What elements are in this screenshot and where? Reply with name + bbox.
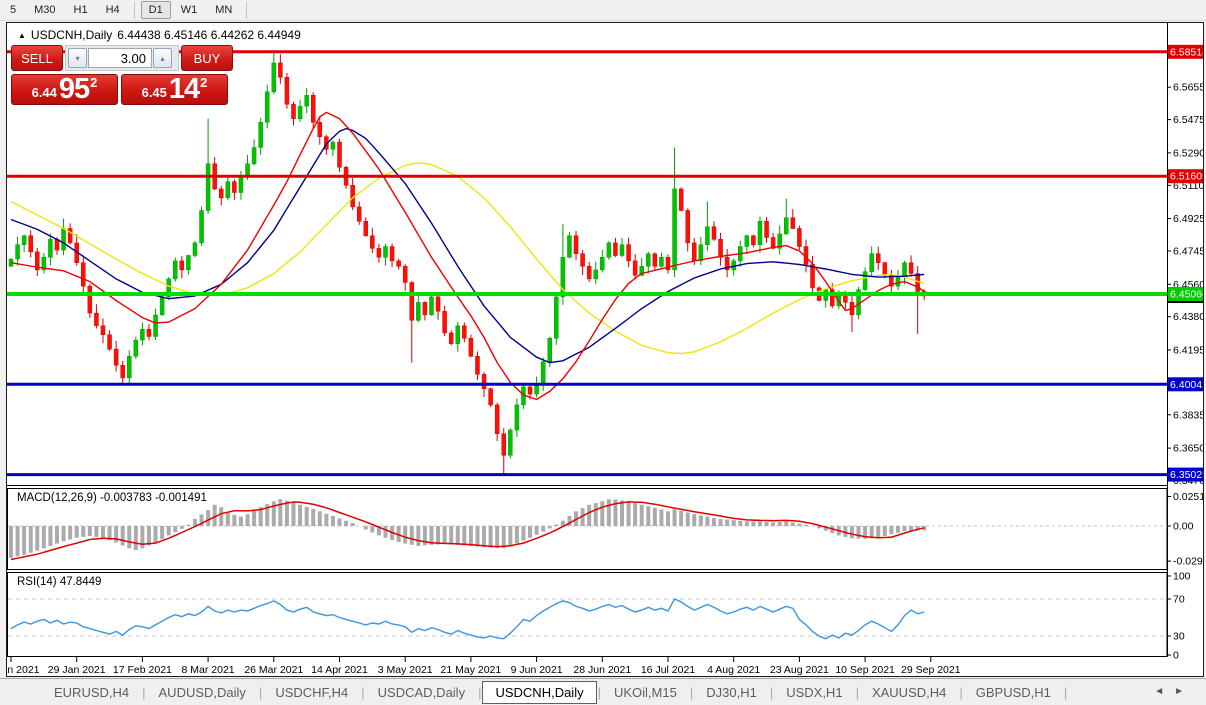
rsi-axis-label: 30 — [1173, 631, 1185, 643]
buy-button[interactable]: BUY — [181, 45, 233, 71]
chart-tab-usdcad[interactable]: USDCAD,Daily — [366, 682, 477, 703]
time-axis-label: 10 Sep 2021 — [835, 664, 895, 676]
rsi-axis-label: 70 — [1173, 594, 1185, 606]
time-axis-label: 26 Mar 2021 — [244, 664, 303, 676]
time-axis-label: 17 Feb 2021 — [113, 664, 172, 676]
time-axis-label: 9 Jun 2021 — [511, 664, 563, 676]
lot-increase-button[interactable]: ▴ — [153, 48, 172, 68]
toolbar-separator — [246, 2, 247, 19]
svg-text:6.58514: 6.58514 — [1170, 46, 1203, 58]
rsi-axis-label: 0 — [1173, 650, 1179, 662]
chart-tab-xauusd[interactable]: XAUUSD,H4 — [860, 682, 958, 703]
timeframe-button-mn[interactable]: MN — [207, 1, 240, 19]
svg-text:6.40042: 6.40042 — [1170, 379, 1203, 391]
buy-price-handle: 6.45 — [142, 85, 167, 103]
svg-text:6.51605: 6.51605 — [1170, 171, 1203, 183]
macd-label: MACD(12,26,9) -0.003783 -0.001491 — [17, 492, 207, 504]
one-click-price-row: 6.44 95 2 6.45 14 2 — [11, 74, 233, 105]
one-click-trading-panel: SELL ▾ ▴ BUY 6.44 95 2 6.45 14 2 — [11, 45, 233, 105]
timeframe-button-h4[interactable]: H4 — [98, 1, 128, 19]
time-axis-label: 28 Jun 2021 — [573, 664, 631, 676]
price-level-badge: 6.51605 — [1168, 169, 1203, 183]
time-axis-label: 8 Mar 2021 — [182, 664, 235, 676]
rsi-label: RSI(14) 47.8449 — [17, 576, 101, 588]
chart-tab-dj30[interactable]: DJ30,H1 — [694, 682, 769, 703]
time-axis-label: 4 Aug 2021 — [707, 664, 760, 676]
chart-title: ▲ USDCNH,Daily 6.44438 6.45146 6.44262 6… — [18, 28, 301, 42]
buy-price-point: 2 — [200, 75, 207, 90]
timeframe-toolbar: 5M30H1H4 D1W1MN — [0, 0, 1206, 21]
chart-canvas[interactable]: 6.565506.547506.529006.511006.492506.474… — [7, 23, 1203, 676]
chart-tab-usdcnh[interactable]: USDCNH,Daily — [482, 681, 596, 704]
price-axis-label: 6.52900 — [1173, 147, 1203, 159]
macd-axis-label: 0.025108 — [1173, 491, 1203, 503]
timeframe-button-w1[interactable]: W1 — [173, 1, 206, 19]
chart-window: 6.565506.547506.529006.511006.492506.474… — [6, 22, 1204, 677]
timeframe-button-d1[interactable]: D1 — [141, 1, 171, 19]
chart-tab-eurusd[interactable]: EURUSD,H4 — [42, 682, 141, 703]
price-level-badge: 6.58514 — [1168, 45, 1203, 59]
chart-tab-ukoil[interactable]: UKOil,M15 — [602, 682, 689, 703]
buy-price-pips: 14 — [169, 76, 199, 103]
chart-tab-audusd[interactable]: AUDUSD,Daily — [147, 682, 258, 703]
time-axis-label: 11 Jan 2021 — [7, 664, 40, 676]
time-axis-label: 23 Aug 2021 — [770, 664, 829, 676]
tab-separator: | — [1063, 685, 1068, 700]
price-axis-label: 6.38350 — [1173, 409, 1203, 421]
price-axis-label: 6.41950 — [1173, 345, 1203, 357]
time-axis-label: 16 Jul 2021 — [641, 664, 695, 676]
price-axis-label: 6.36500 — [1173, 443, 1203, 455]
timeframe-button-m30[interactable]: M30 — [26, 1, 63, 19]
macd-axis-label: -0.02988 — [1173, 556, 1203, 568]
chart-tab-bar: EURUSD,H4|AUDUSD,Daily|USDCHF,H4|USDCAD,… — [0, 678, 1206, 705]
time-axis-label: 3 May 2021 — [378, 664, 433, 676]
lot-decrease-button[interactable]: ▾ — [68, 48, 87, 68]
tab-scroll-arrows[interactable]: ◄► — [1154, 686, 1194, 697]
price-axis-label: 6.47450 — [1173, 246, 1203, 258]
lot-size-group: ▾ ▴ — [65, 45, 179, 71]
rsi-axis-label: 100 — [1173, 571, 1191, 583]
sell-price-handle: 6.44 — [32, 85, 57, 103]
price-level-badge: 6.35025 — [1168, 468, 1203, 482]
sell-price-pips: 95 — [59, 76, 89, 103]
buy-price-button[interactable]: 6.45 14 2 — [121, 74, 228, 105]
macd-axis-label: 0.00 — [1173, 521, 1194, 533]
svg-text:6.35025: 6.35025 — [1170, 469, 1203, 481]
timeframe-button-h1[interactable]: H1 — [66, 1, 96, 19]
price-level-badge: 6.40042 — [1168, 377, 1203, 391]
price-axis-label: 6.49250 — [1173, 213, 1203, 225]
chart-ohlc-values: 6.44438 6.45146 6.44262 6.44949 — [117, 28, 301, 42]
price-axis-label: 6.43800 — [1173, 311, 1203, 323]
price-level-badge: 6.45060 — [1168, 287, 1203, 301]
lot-size-input[interactable] — [88, 48, 152, 68]
chart-tab-usdx[interactable]: USDX,H1 — [774, 682, 854, 703]
price-axis-label: 6.54750 — [1173, 114, 1203, 126]
sell-button[interactable]: SELL — [11, 45, 63, 71]
timeframe-button-5[interactable]: 5 — [2, 1, 24, 19]
time-axis-label: 29 Jan 2021 — [48, 664, 106, 676]
sell-price-point: 2 — [90, 75, 97, 90]
collapse-triangle-icon[interactable]: ▲ — [18, 31, 26, 40]
chart-tab-gbpusd[interactable]: GBPUSD,H1 — [964, 682, 1063, 703]
sell-price-button[interactable]: 6.44 95 2 — [11, 74, 118, 105]
toolbar-separator — [134, 2, 135, 19]
time-axis-label: 14 Apr 2021 — [311, 664, 368, 676]
svg-text:6.45060: 6.45060 — [1170, 289, 1203, 301]
chart-tab-usdchf[interactable]: USDCHF,H4 — [263, 682, 360, 703]
price-axis-label: 6.56550 — [1173, 82, 1203, 94]
time-axis-label: 29 Sep 2021 — [901, 664, 961, 676]
chart-symbol-period: USDCNH,Daily — [31, 28, 112, 42]
time-axis-label: 21 May 2021 — [441, 664, 502, 676]
one-click-order-row: SELL ▾ ▴ BUY — [11, 45, 233, 71]
